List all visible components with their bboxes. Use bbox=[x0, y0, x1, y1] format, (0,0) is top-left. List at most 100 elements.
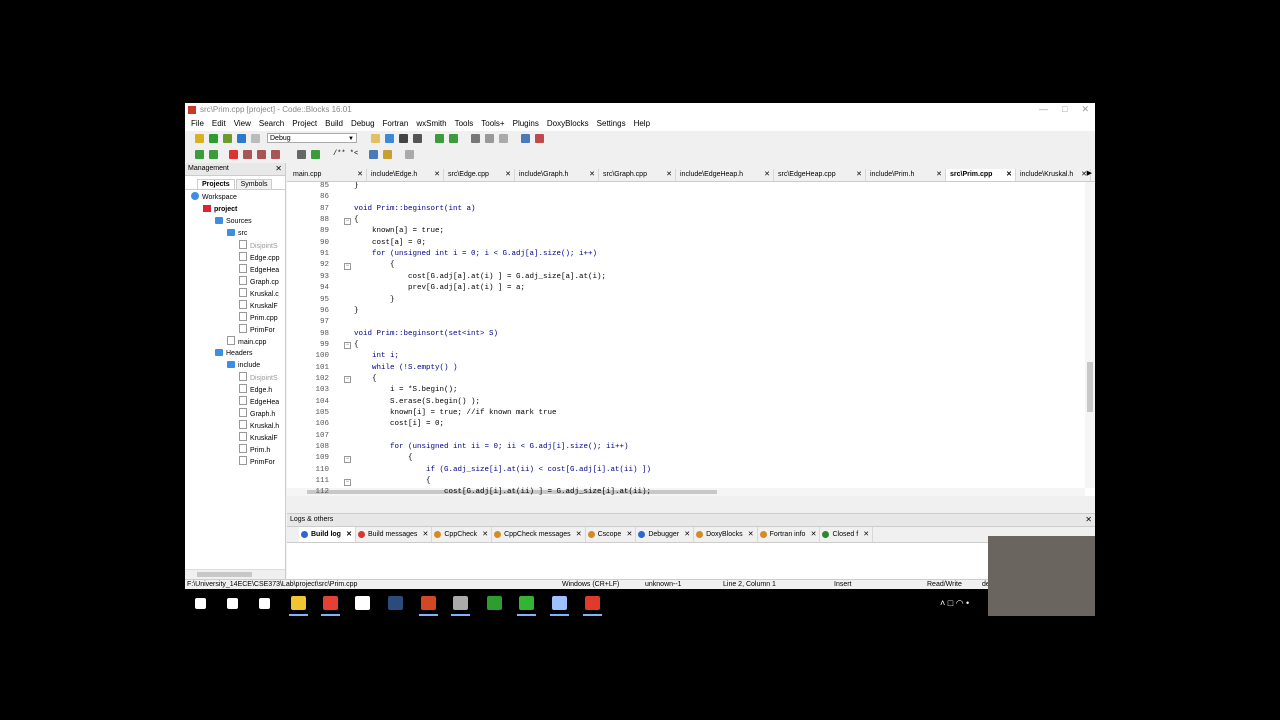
editor-tab[interactable]: include\Edge.h ✕ bbox=[367, 169, 444, 181]
camtasia-icon[interactable] bbox=[517, 596, 536, 616]
tree-item[interactable]: Prim.h bbox=[239, 444, 270, 455]
menu-search[interactable]: Search bbox=[259, 117, 284, 131]
store-icon[interactable] bbox=[355, 596, 370, 610]
undo-icon[interactable] bbox=[435, 134, 444, 143]
editor-tab[interactable]: src\EdgeHeap.cpp ✕ bbox=[774, 169, 866, 181]
tree-item[interactable]: Prim.cpp bbox=[239, 312, 278, 323]
new-file-icon[interactable] bbox=[371, 134, 380, 143]
fold-marker-icon[interactable]: − bbox=[344, 478, 351, 486]
tree-item[interactable]: PrimFor bbox=[239, 324, 275, 335]
tree-item[interactable]: KruskalF bbox=[239, 432, 278, 443]
save-all-icon[interactable] bbox=[413, 134, 422, 143]
rebuild-icon[interactable] bbox=[237, 134, 246, 143]
windows-start-icon[interactable] bbox=[195, 598, 206, 609]
logs-tab[interactable]: Closed f ✕ bbox=[820, 527, 874, 542]
editor-vertical-scrollbar[interactable] bbox=[1085, 182, 1095, 488]
logs-tab[interactable]: Build log ✕ bbox=[299, 527, 356, 542]
fold-marker-icon[interactable]: − bbox=[344, 262, 351, 270]
close-icon[interactable]: ✕ bbox=[1081, 104, 1089, 115]
close-icon[interactable]: ✕ bbox=[346, 527, 352, 542]
tabs-scroll-right-icon[interactable]: ▶ bbox=[1087, 169, 1092, 177]
close-icon[interactable]: ✕ bbox=[936, 169, 942, 181]
run-icon[interactable] bbox=[209, 134, 218, 143]
editor-tab[interactable]: src\Graph.cpp ✕ bbox=[599, 169, 676, 181]
close-icon[interactable]: ✕ bbox=[863, 527, 869, 542]
menu-project[interactable]: Project bbox=[292, 117, 317, 131]
codeblocks-icon[interactable] bbox=[583, 596, 602, 616]
fold-marker-icon[interactable]: − bbox=[344, 376, 351, 384]
gear-icon[interactable] bbox=[195, 134, 204, 143]
menu-settings[interactable]: Settings bbox=[597, 117, 626, 131]
tree-item[interactable]: src bbox=[227, 228, 247, 239]
open-icon[interactable] bbox=[385, 134, 394, 143]
close-icon[interactable]: ✕ bbox=[505, 169, 511, 181]
arrow-left-icon[interactable] bbox=[195, 150, 204, 159]
editor-tab[interactable]: include\EdgeHeap.h ✕ bbox=[676, 169, 774, 181]
logs-tab[interactable]: DoxyBlocks ✕ bbox=[694, 527, 758, 542]
close-icon[interactable]: ✕ bbox=[764, 169, 770, 181]
editor-tab[interactable]: include\Kruskal.h ✕ bbox=[1016, 169, 1091, 181]
menu-tools[interactable]: Tools bbox=[455, 117, 474, 131]
menu-fortran[interactable]: Fortran bbox=[383, 117, 409, 131]
fold-marker-icon[interactable]: − bbox=[344, 217, 351, 225]
doxy-extract-icon[interactable] bbox=[383, 150, 392, 159]
tree-item[interactable]: Graph.cp bbox=[239, 276, 279, 287]
debug-run-icon[interactable] bbox=[311, 150, 320, 159]
bookmark-icon[interactable] bbox=[229, 150, 238, 159]
clear-bookmarks-icon[interactable] bbox=[271, 150, 280, 159]
logs-tab[interactable]: Debugger ✕ bbox=[636, 527, 695, 542]
tree-item[interactable]: Edge.h bbox=[239, 384, 272, 395]
tree-item[interactable]: DisjointS bbox=[239, 372, 278, 383]
comment-button[interactable]: /** *< bbox=[333, 150, 358, 158]
menu-tools-[interactable]: Tools+ bbox=[481, 117, 504, 131]
prev-bookmark-icon[interactable] bbox=[243, 150, 252, 159]
file-explorer-icon[interactable] bbox=[289, 596, 308, 616]
close-icon[interactable]: ✕ bbox=[423, 527, 429, 542]
tree-item[interactable]: include bbox=[227, 360, 260, 371]
close-icon[interactable]: ✕ bbox=[1085, 514, 1092, 526]
fold-marker-icon[interactable]: − bbox=[344, 455, 351, 463]
close-icon[interactable]: ✕ bbox=[856, 169, 862, 181]
logs-tab[interactable]: Cscope ✕ bbox=[586, 527, 637, 542]
powerpoint-icon[interactable] bbox=[419, 596, 438, 616]
paint-icon[interactable] bbox=[487, 596, 502, 610]
chrome-icon[interactable] bbox=[321, 596, 340, 616]
menu-file[interactable]: File bbox=[191, 117, 204, 131]
tree-item[interactable]: EdgeHea bbox=[239, 264, 279, 275]
close-icon[interactable]: ✕ bbox=[1006, 169, 1012, 181]
build-target-select[interactable]: Debug ▼ bbox=[267, 133, 357, 143]
tree-item[interactable]: Sources bbox=[215, 216, 252, 227]
tree-item[interactable]: main.cpp bbox=[227, 336, 266, 347]
tree-item[interactable]: Kruskal.h bbox=[239, 420, 279, 431]
close-icon[interactable]: ✕ bbox=[576, 527, 582, 542]
tree-item[interactable]: DisjointS bbox=[239, 240, 278, 251]
redo-icon[interactable] bbox=[449, 134, 458, 143]
save-icon[interactable] bbox=[399, 134, 408, 143]
tab-symbols[interactable]: Symbols bbox=[235, 179, 273, 189]
tree-item[interactable]: Headers bbox=[215, 348, 252, 359]
menu-help[interactable]: Help bbox=[634, 117, 650, 131]
arrow-right-icon[interactable] bbox=[209, 150, 218, 159]
menu-doxyblocks[interactable]: DoxyBlocks bbox=[547, 117, 589, 131]
close-icon[interactable]: ✕ bbox=[482, 527, 488, 542]
steam-icon[interactable] bbox=[388, 596, 403, 610]
close-icon[interactable]: ✕ bbox=[811, 527, 817, 542]
tree-item[interactable]: Edge.cpp bbox=[239, 252, 280, 263]
replace-icon[interactable] bbox=[535, 134, 544, 143]
debug-icon[interactable] bbox=[297, 150, 306, 159]
search-icon[interactable] bbox=[227, 598, 238, 609]
build-run-icon[interactable] bbox=[223, 134, 232, 143]
editor-tab[interactable]: src\Edge.cpp ✕ bbox=[444, 169, 515, 181]
tree-item[interactable]: Workspace bbox=[191, 192, 237, 203]
close-icon[interactable]: ✕ bbox=[434, 169, 440, 181]
editor-tab[interactable]: include\Graph.h ✕ bbox=[515, 169, 599, 181]
cut-icon[interactable] bbox=[471, 134, 480, 143]
tree-item[interactable]: Graph.h bbox=[239, 408, 275, 419]
menu-build[interactable]: Build bbox=[325, 117, 343, 131]
app-icon[interactable] bbox=[451, 596, 470, 616]
close-icon[interactable]: ✕ bbox=[684, 527, 690, 542]
wrench-icon[interactable] bbox=[405, 150, 414, 159]
menu-debug[interactable]: Debug bbox=[351, 117, 375, 131]
close-icon[interactable]: ✕ bbox=[626, 527, 632, 542]
abort-icon[interactable] bbox=[251, 134, 260, 143]
